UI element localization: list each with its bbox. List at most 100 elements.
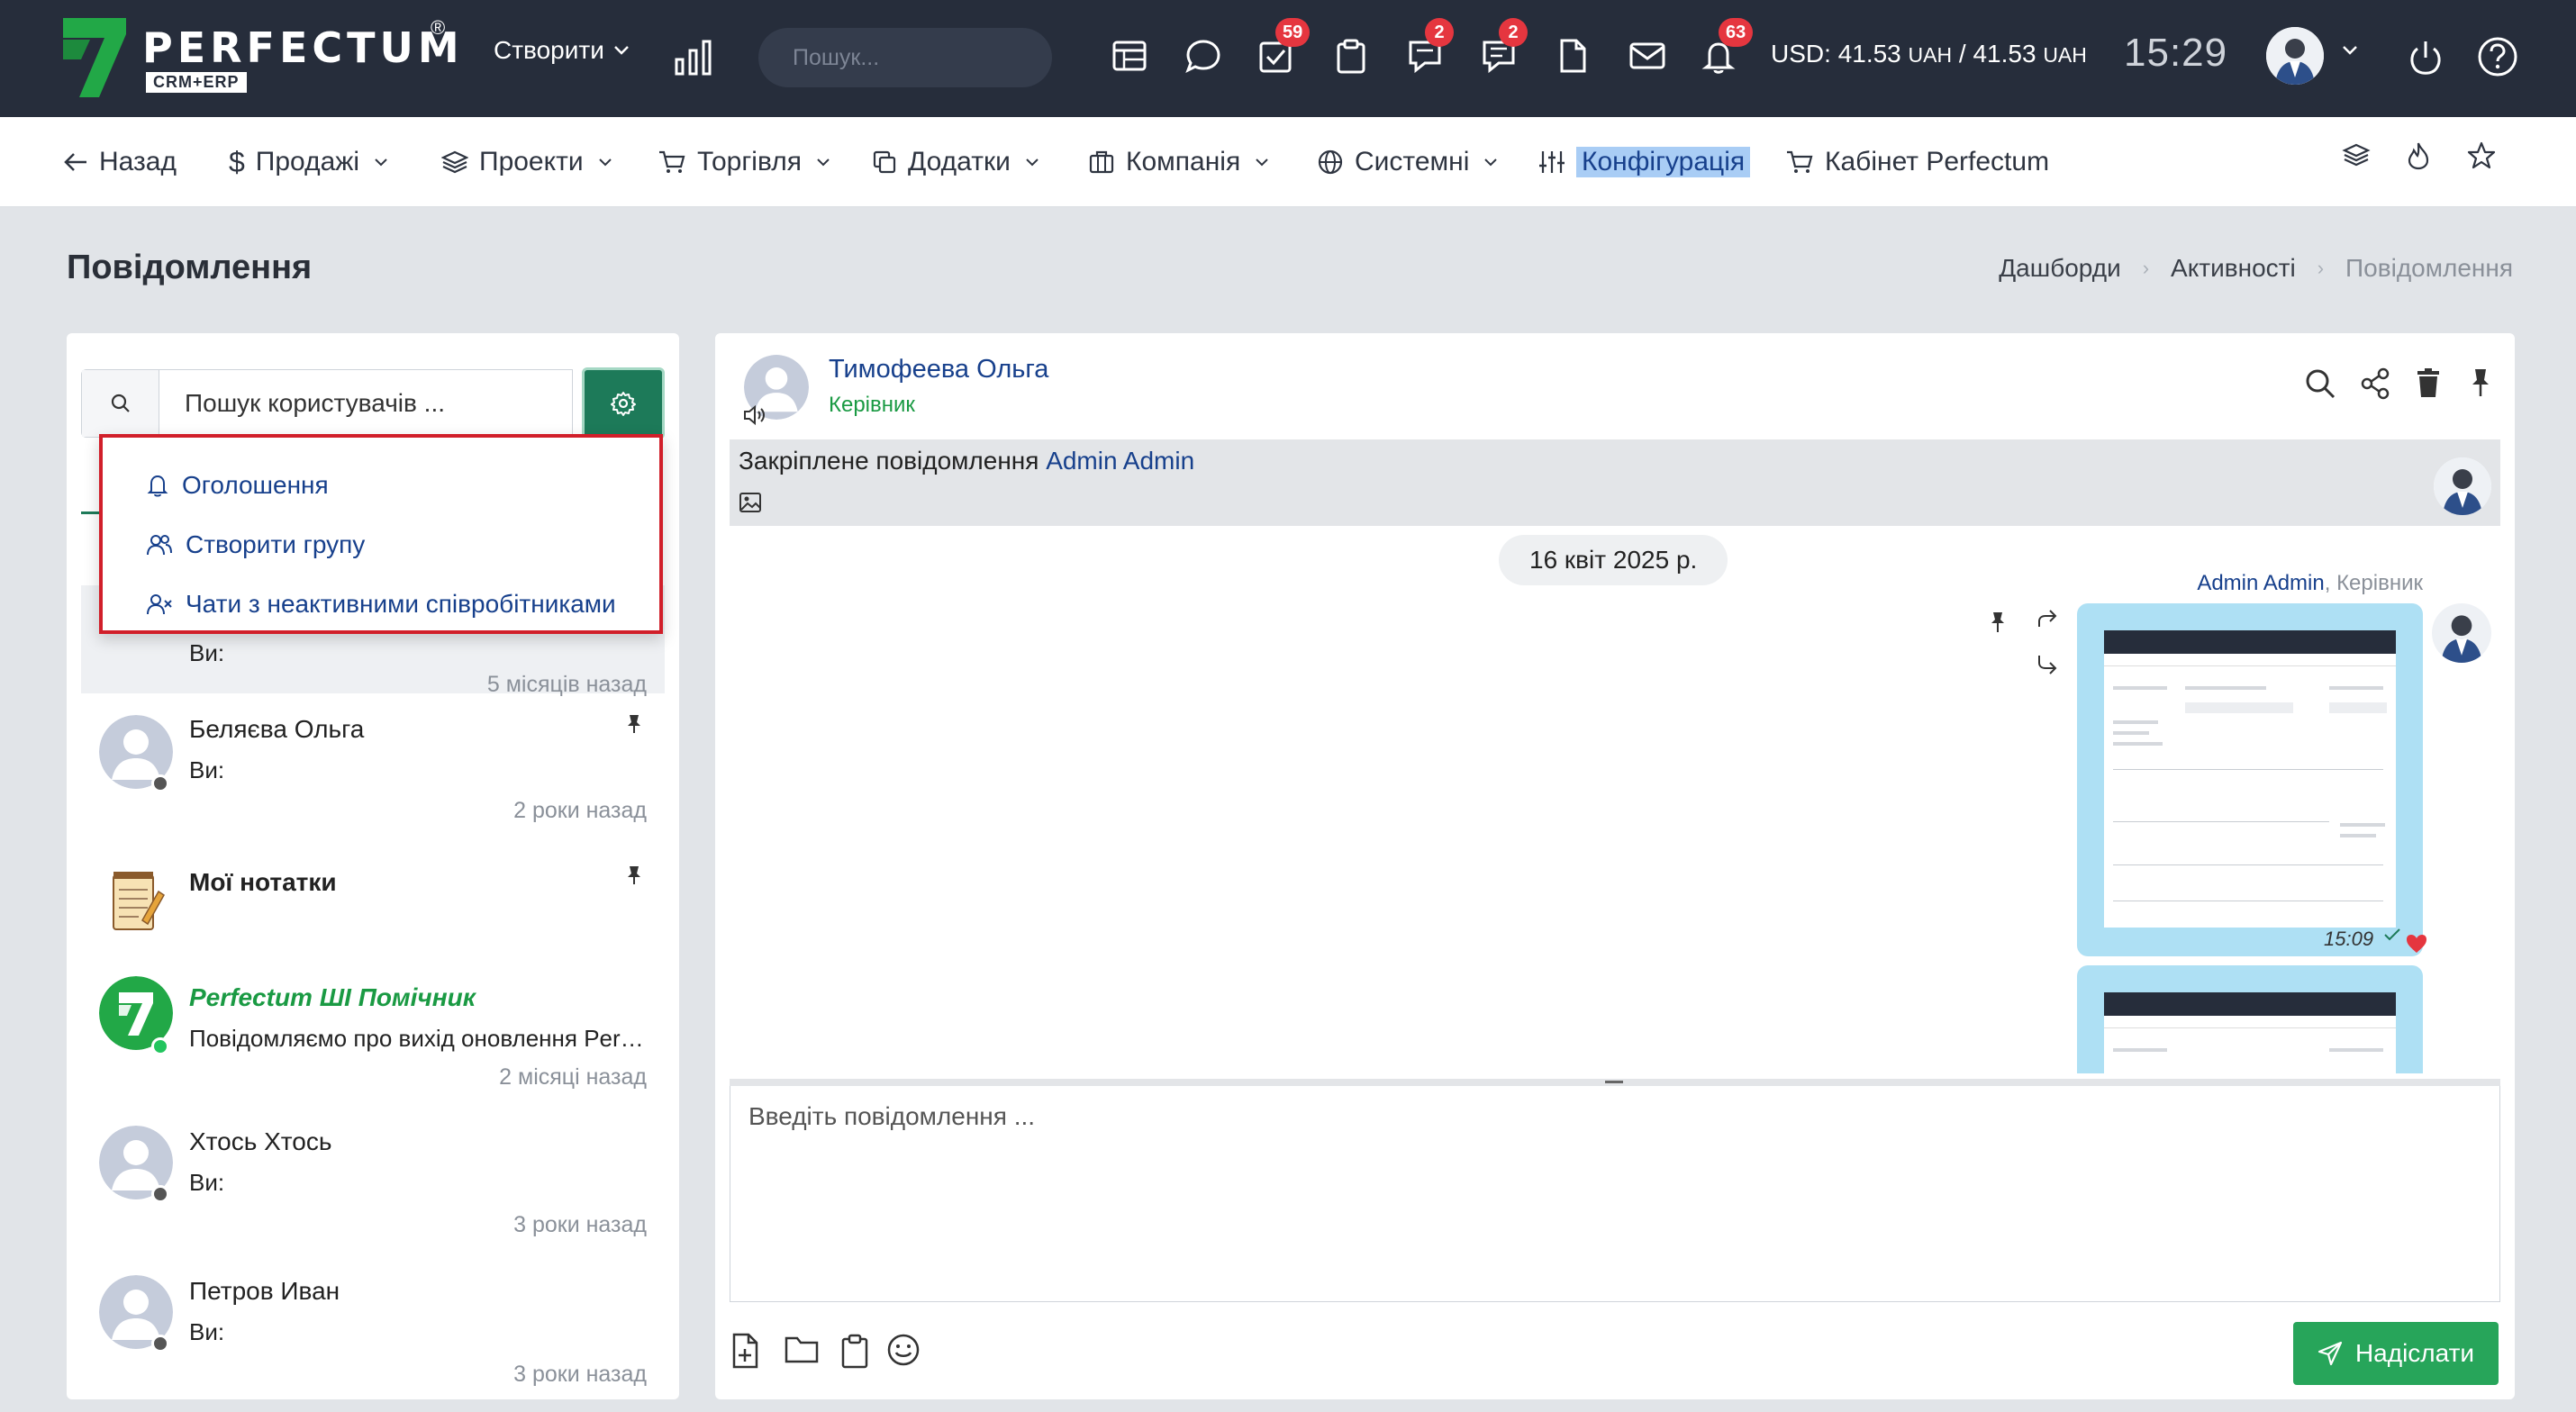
layers-icon <box>441 150 468 174</box>
breadcrumb: Дашборди › Активності › Повідомлення <box>1999 254 2513 283</box>
nav-sales[interactable]: $ Продажі <box>229 142 388 182</box>
global-search-input[interactable] <box>793 44 1083 71</box>
chat-name: Мої нотатки <box>189 868 337 896</box>
breadcrumb-current: Повідомлення <box>2345 254 2513 282</box>
calendar-icon[interactable] <box>1111 38 1151 77</box>
top-bar: PERFECTUM ® CRM+ERP Створити 59 2 2 <box>0 0 2576 117</box>
user-search-input[interactable] <box>159 389 572 418</box>
offline-status-dot <box>151 774 169 792</box>
power-icon[interactable] <box>2407 38 2444 77</box>
dropdown-item-announcement[interactable]: Оголошення <box>103 456 659 515</box>
dropdown-item-create-group[interactable]: Створити групу <box>103 515 659 575</box>
chat-list-item[interactable]: Perfectum ШІ Помічник Повідомляємо про в… <box>81 962 665 1106</box>
chevron-down-icon[interactable] <box>2342 45 2358 56</box>
reply-icon[interactable] <box>2036 609 2059 630</box>
chat-name: Беляєва Ольга <box>189 715 365 743</box>
nav-addons[interactable]: Додатки <box>872 142 1039 182</box>
chat-bubble-icon[interactable] <box>1185 38 1225 77</box>
bell-icon[interactable]: 63 <box>1701 18 1754 77</box>
pin-icon[interactable] <box>2470 367 2491 398</box>
message-author-avatar <box>2432 603 2491 663</box>
send-button[interactable]: Надіслати <box>2293 1322 2499 1385</box>
nav-config[interactable]: Конфігурація <box>1538 142 1751 182</box>
clipboard-icon[interactable] <box>1333 38 1373 77</box>
pin-icon[interactable] <box>625 864 643 886</box>
message-image[interactable] <box>2104 992 2396 1073</box>
comments-icon[interactable]: 2 <box>1481 18 1528 77</box>
settings-dropdown: Оголошення Створити групу Чати з неактив… <box>99 434 663 634</box>
resize-grip-icon[interactable] <box>1605 1081 1623 1083</box>
global-search[interactable] <box>758 28 1083 87</box>
chevron-down-icon <box>613 46 629 55</box>
chat-list-item[interactable]: Беляєва Ольга Ви: 2 роки назад <box>81 702 665 846</box>
nav-trade[interactable]: Торгівля <box>658 142 830 182</box>
share-icon[interactable] <box>2360 367 2390 400</box>
message-bubble[interactable] <box>2077 965 2423 1073</box>
nav-back-label: Назад <box>99 147 177 176</box>
chat-alt-icon[interactable]: 2 <box>1407 18 1454 77</box>
main-nav: Назад $ Продажі Проекти Торгівля Додатки… <box>0 117 2576 207</box>
dropdown-item-inactive-chats[interactable]: Чати з неактивними співробітниками <box>103 575 659 634</box>
logo[interactable]: PERFECTUM ® CRM+ERP <box>63 16 459 99</box>
folder-icon[interactable] <box>784 1333 820 1365</box>
mail-icon[interactable] <box>1628 38 1668 77</box>
pin-icon[interactable] <box>625 713 643 735</box>
clipboard-icon[interactable] <box>839 1333 870 1369</box>
chat-settings-button[interactable] <box>582 367 665 439</box>
chevron-down-icon <box>1026 158 1039 167</box>
user-x-icon <box>147 594 172 615</box>
pin-icon[interactable] <box>1989 611 2007 634</box>
breadcrumb-separator: › <box>2142 257 2150 279</box>
search-icon <box>82 370 159 437</box>
user-search[interactable] <box>81 369 573 438</box>
message-image[interactable] <box>2104 630 2396 928</box>
chat-preview: Ви: <box>189 639 225 666</box>
bell-icon <box>147 475 168 497</box>
chat-list-item[interactable]: Петров Иван Ви: 3 роки назад <box>81 1263 665 1398</box>
arrow-left-icon <box>64 153 86 171</box>
chat-list-item[interactable]: Мої нотатки <box>81 854 665 953</box>
cart-icon <box>1787 150 1813 173</box>
create-menu[interactable]: Створити <box>494 36 630 65</box>
nav-company[interactable]: Компанія <box>1088 142 1269 182</box>
pinned-author[interactable]: Admin Admin <box>1046 447 1194 475</box>
pinned-message-text: Закріплене повідомлення Admin Admin <box>739 447 1194 475</box>
check-icon <box>2384 928 2400 941</box>
tasks-icon[interactable]: 59 <box>1257 18 1311 77</box>
nav-cabinet[interactable]: Кабінет Perfectum <box>1785 142 2049 182</box>
trash-icon[interactable] <box>2416 367 2441 398</box>
pinned-label: Закріплене повідомлення <box>739 447 1039 475</box>
breadcrumb-item[interactable]: Дашборди <box>1999 254 2121 283</box>
pinned-message-bar[interactable]: Закріплене повідомлення Admin Admin <box>730 439 2500 526</box>
chat-name: Хтось Хтось <box>189 1127 332 1155</box>
breadcrumb-item[interactable]: Активності <box>2171 254 2296 283</box>
search-icon[interactable] <box>2304 367 2336 400</box>
speaker-icon[interactable] <box>742 403 769 427</box>
offline-status-dot <box>151 1185 169 1203</box>
chat-list-item[interactable]: Хтось Хтось Ви: 3 роки назад <box>81 1113 665 1257</box>
flame-icon[interactable] <box>2405 140 2432 171</box>
star-icon[interactable] <box>2466 140 2497 171</box>
breadcrumb-separator: › <box>2317 257 2325 279</box>
nav-back[interactable]: Назад <box>63 142 177 182</box>
message-author-name[interactable]: Admin Admin <box>2197 571 2324 595</box>
chevron-down-icon <box>375 158 387 167</box>
user-avatar[interactable] <box>2266 27 2324 85</box>
help-icon[interactable] <box>2477 36 2518 77</box>
emoji-icon[interactable] <box>886 1333 921 1367</box>
document-icon[interactable] <box>1555 38 1594 77</box>
nav-cabinet-label: Кабінет Perfectum <box>1825 147 2050 176</box>
contact-name[interactable]: Тимофеева Ольга <box>829 355 1048 385</box>
layers-icon[interactable] <box>2342 142 2371 169</box>
nav-system[interactable]: Системні <box>1317 142 1498 182</box>
page-title: Повідомлення <box>67 249 313 286</box>
chat-time: 2 роки назад <box>513 798 647 823</box>
bar-chart-icon[interactable] <box>674 40 713 76</box>
message-input[interactable] <box>730 1086 2500 1302</box>
message-bubble[interactable] <box>2077 603 2423 956</box>
chevron-down-icon <box>1256 158 1268 167</box>
nav-projects[interactable]: Проекти <box>441 142 612 182</box>
file-plus-icon[interactable] <box>730 1333 760 1369</box>
forward-icon[interactable] <box>2036 654 2059 675</box>
heart-icon[interactable] <box>2405 933 2428 955</box>
